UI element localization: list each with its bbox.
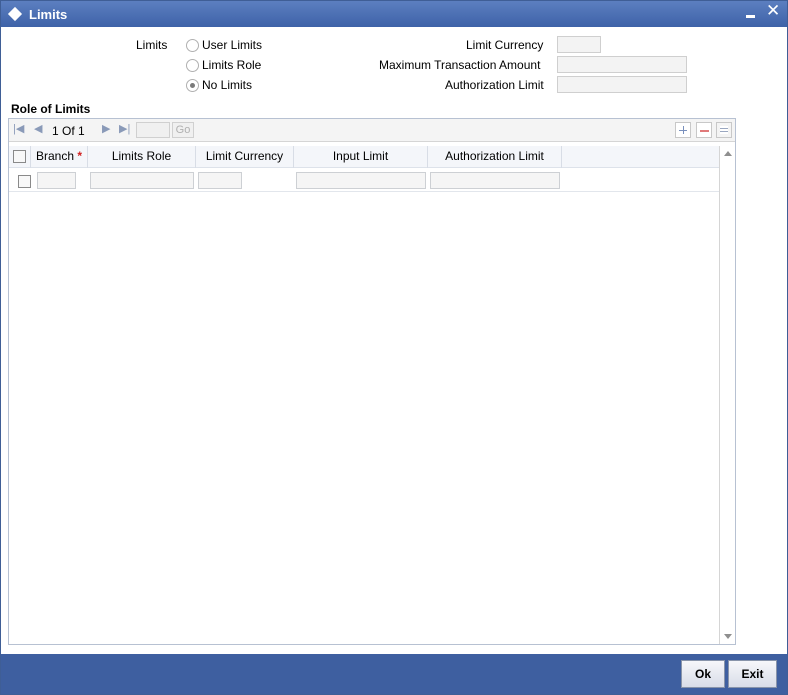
total-pages: 1 — [78, 124, 85, 138]
page-number-input[interactable] — [136, 122, 170, 138]
authorization-limit-field[interactable] — [557, 76, 687, 93]
authorization-limit-label: Authorization Limit — [445, 78, 544, 92]
single-view-icon[interactable] — [716, 122, 732, 138]
add-row-icon[interactable] — [675, 122, 691, 138]
exit-button[interactable]: Exit — [728, 660, 777, 688]
select-all-checkbox[interactable] — [13, 150, 26, 163]
radio-no-limits-label: No Limits — [202, 78, 253, 92]
header-select-cell — [9, 146, 31, 168]
role-of-limits-grid: |◀ ◀ 1 Of 1 ▶ ▶| Go Branch * Limits Role — [8, 118, 736, 645]
limit-currency-field[interactable] — [557, 36, 601, 53]
limit-currency-input[interactable] — [198, 172, 242, 189]
go-button[interactable]: Go — [172, 122, 194, 138]
authorization-limit-input[interactable] — [430, 172, 560, 189]
first-page-icon[interactable]: |◀ — [13, 123, 24, 135]
current-page: 1 — [52, 124, 59, 138]
page-of-label: Of — [62, 124, 75, 138]
ok-button[interactable]: Ok — [681, 660, 725, 688]
limits-label: Limits — [136, 38, 168, 52]
col-input-limit[interactable]: Input Limit — [294, 146, 428, 168]
next-page-icon[interactable]: ▶ — [102, 123, 110, 135]
last-page-icon[interactable]: ▶| — [119, 123, 130, 135]
scroll-down-icon[interactable] — [724, 634, 732, 639]
limits-window: Limits ✕ Limits User Limits Limits Role … — [0, 0, 788, 695]
col-limit-currency[interactable]: Limit Currency — [196, 146, 294, 168]
limits-role-input[interactable] — [90, 172, 194, 189]
title-bar: Limits ✕ — [1, 1, 787, 27]
max-transaction-amount-label: Maximum Transaction Amount — [379, 58, 541, 72]
prev-page-icon[interactable]: ◀ — [34, 123, 42, 135]
radio-user-limits[interactable] — [186, 39, 199, 52]
required-marker: * — [77, 149, 83, 163]
radio-limits-role[interactable] — [186, 59, 199, 72]
page-info: 1 Of 1 — [52, 124, 85, 138]
col-branch-label: Branch — [35, 149, 74, 163]
grid-header: Branch * Limits Role Limit Currency Inpu… — [9, 146, 719, 168]
window-title: Limits — [29, 7, 68, 22]
branch-input[interactable] — [37, 172, 76, 189]
limit-currency-label: Limit Currency — [466, 38, 544, 52]
scroll-up-icon[interactable] — [724, 151, 732, 156]
max-transaction-amount-field[interactable] — [557, 56, 687, 73]
table-row — [9, 169, 719, 192]
col-limits-role[interactable]: Limits Role — [88, 146, 196, 168]
grid-toolbar: |◀ ◀ 1 Of 1 ▶ ▶| Go — [9, 119, 735, 142]
row-checkbox[interactable] — [18, 175, 31, 188]
col-branch[interactable]: Branch * — [31, 146, 88, 168]
input-limit-input[interactable] — [296, 172, 426, 189]
radio-limits-role-label: Limits Role — [202, 58, 262, 72]
col-authorization-limit[interactable]: Authorization Limit — [428, 146, 562, 168]
footer-bar: Ok Exit — [1, 654, 787, 694]
role-of-limits-title: Role of Limits — [11, 102, 91, 116]
delete-row-icon[interactable] — [696, 122, 712, 138]
vertical-scrollbar[interactable] — [719, 146, 735, 644]
close-icon[interactable]: ✕ — [766, 2, 780, 19]
radio-no-limits[interactable] — [186, 79, 199, 92]
minimize-icon[interactable] — [746, 5, 758, 21]
radio-user-limits-label: User Limits — [202, 38, 263, 52]
window-diamond-icon — [7, 6, 23, 22]
